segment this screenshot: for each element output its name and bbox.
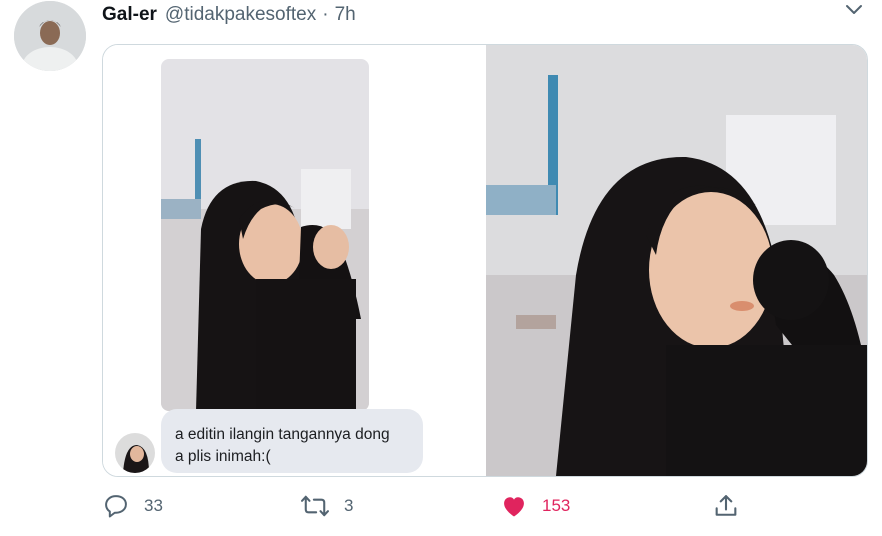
user-handle[interactable]: @tidakpakesoftex	[165, 4, 316, 26]
reply-button[interactable]: 33	[102, 490, 163, 522]
more-options-button[interactable]	[844, 2, 864, 18]
chat-avatar	[115, 433, 155, 473]
tweet-media[interactable]: a editin ilangin tangannya dong a plis i…	[102, 44, 868, 477]
tweet-header: Gal-er @tidakpakesoftex · 7h	[102, 2, 356, 28]
chat-message-line: a editin ilangin tangannya dong	[175, 426, 390, 443]
media-image-screenshot[interactable]: a editin ilangin tangannya dong a plis i…	[103, 45, 486, 476]
chat-message-line: a plis inimah:(	[175, 448, 271, 465]
like-count: 153	[542, 496, 571, 515]
share-icon	[715, 495, 737, 516]
retweet-button[interactable]: 3	[300, 490, 353, 522]
retweet-icon	[301, 495, 329, 517]
display-name[interactable]: Gal-er	[102, 4, 157, 26]
author-avatar-image	[14, 1, 86, 71]
share-button[interactable]	[712, 490, 740, 522]
tweet-actions: 33 3 153	[100, 490, 860, 522]
story-photo	[161, 59, 369, 411]
author-avatar[interactable]	[14, 1, 86, 71]
reply-count: 33	[144, 496, 163, 515]
chevron-down-icon	[846, 5, 862, 14]
like-button[interactable]: 153	[500, 490, 570, 522]
tweet-timestamp[interactable]: 7h	[335, 4, 356, 26]
edited-photo	[486, 45, 867, 476]
header-separator: ·	[322, 4, 329, 25]
retweet-count: 3	[344, 496, 354, 515]
reply-icon	[105, 495, 127, 518]
media-image-edited[interactable]	[486, 45, 867, 476]
chat-bubble: a editin ilangin tangannya dong a plis i…	[161, 409, 423, 473]
heart-icon	[504, 497, 524, 517]
